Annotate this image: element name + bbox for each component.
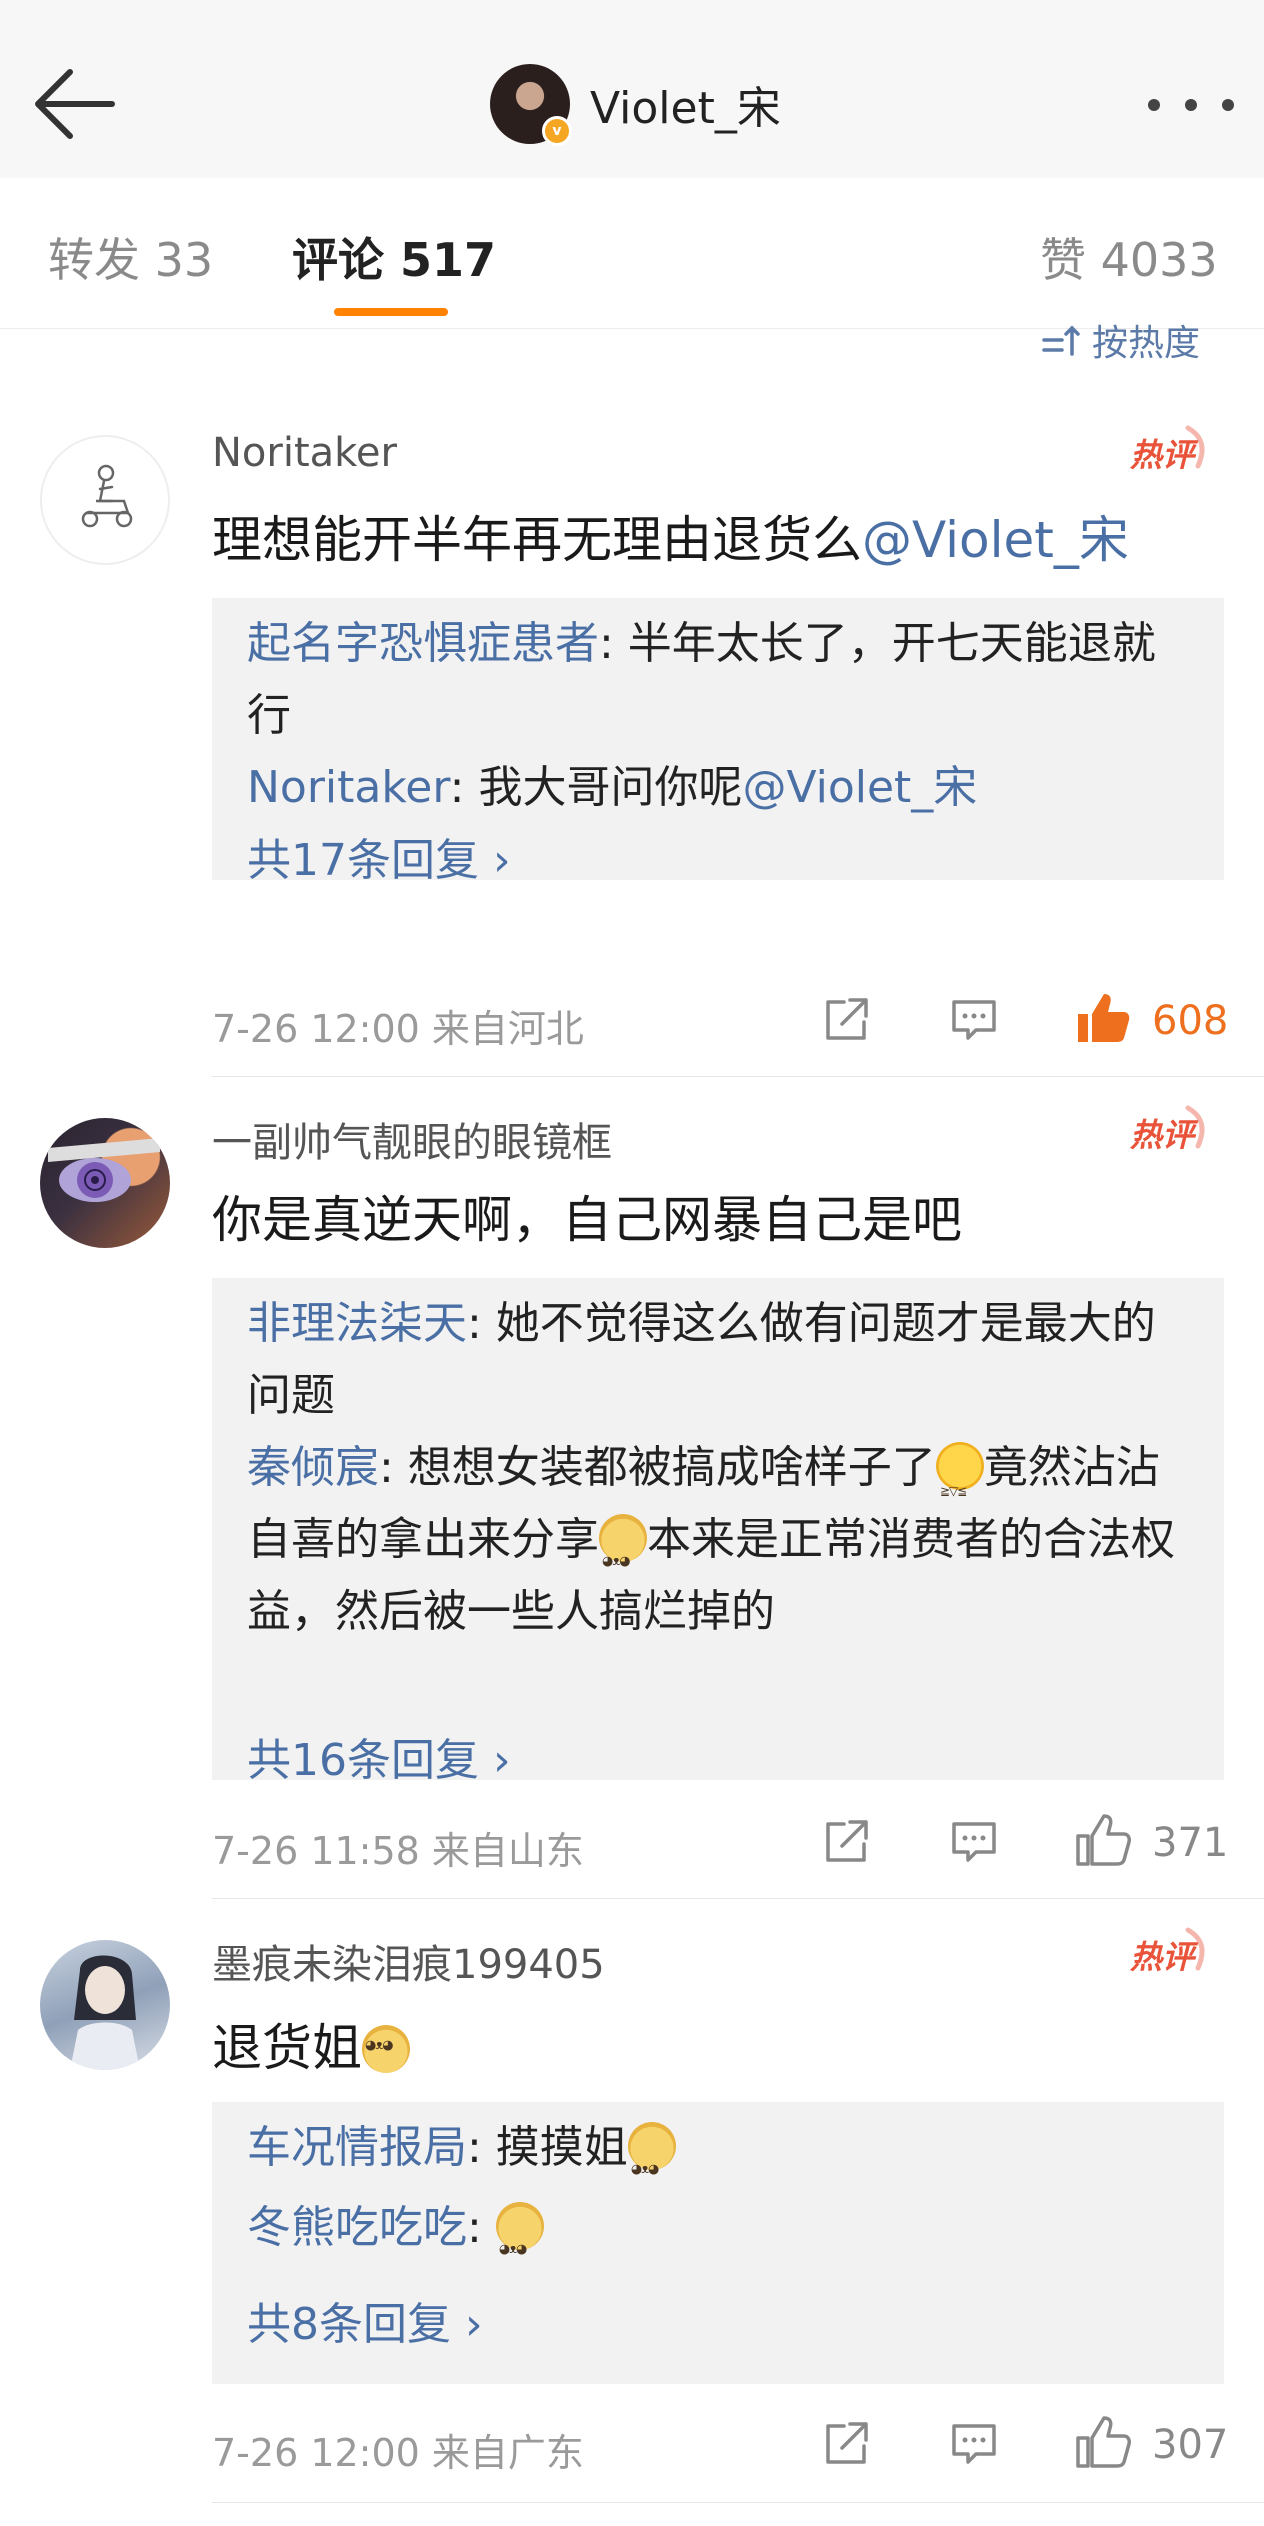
share-icon <box>826 2422 868 2464</box>
share-button[interactable] <box>820 1816 872 1872</box>
mention-link[interactable]: @Violet_宋 <box>862 511 1129 569</box>
like-button[interactable] <box>1074 1812 1132 1872</box>
divider <box>212 1898 1264 1899</box>
reply-username[interactable]: 车况情报局 <box>247 2122 467 2173</box>
reply-item: Noritaker: 我大哥问你呢@Violet_宋 <box>247 762 978 813</box>
tab-likes[interactable]: 赞 4033 <box>1040 224 1218 290</box>
verified-v-icon: v <box>542 116 572 146</box>
sort-icon <box>1042 325 1080 356</box>
comment-button[interactable] <box>948 2418 1000 2474</box>
more-button[interactable] <box>1140 80 1250 130</box>
reply-item: 车况情报局: 摸摸姐 <box>247 2112 1197 2206</box>
hot-comment-badge: 热评 <box>1128 1924 1212 1984</box>
reply-preview-box[interactable]: 车况情报局: 摸摸姐 冬熊吃吃吃: 共8条回复 › <box>212 2102 1224 2384</box>
avatar[interactable]: v <box>490 64 572 146</box>
reply-item: 秦倾宸: 想想女装都被搞成啥样子了竟然沾沾自喜的拿出来分享本来是正常消费者的合法… <box>247 1432 1197 1648</box>
share-icon <box>826 998 868 1040</box>
reply-preview-box[interactable]: 起名字恐惧症患者: 半年太长了，开七天能退就行 Noritaker: 我大哥问你… <box>212 598 1224 886</box>
back-button[interactable] <box>30 62 120 142</box>
thumbs-up-icon <box>1076 2416 1131 2468</box>
reply-item: 非理法柒天: 她不觉得这么做有问题才是最大的问题 <box>247 1298 1156 1421</box>
hot-comment-badge: 热评 <box>1128 1102 1212 1162</box>
comment-icon <box>952 1822 996 1862</box>
view-all-replies-link[interactable]: 共16条回复 › <box>247 1724 511 1788</box>
doge-emoji-icon <box>495 2202 544 2286</box>
reply-username[interactable]: 秦倾宸 <box>247 1442 379 1493</box>
hot-comment-icon: 热评 <box>1129 1105 1205 1154</box>
comment-text: 你是真逆天啊，自己网暴自己是吧 <box>212 1191 962 1249</box>
doge-emoji-icon <box>627 2122 676 2206</box>
comment-meta: 7-26 11:58 来自山东 <box>212 1829 584 1873</box>
laugh-emoji-icon <box>935 1442 984 1527</box>
comment-button[interactable] <box>948 1816 1000 1872</box>
avatar[interactable] <box>40 1118 170 1248</box>
comment-icon <box>952 2424 996 2464</box>
hot-comment-icon: 热评 <box>1129 425 1205 474</box>
reply-item: 起名字恐惧症患者: 半年太长了，开七天能退就行 <box>247 618 1156 741</box>
comment-username[interactable]: Noritaker <box>212 430 397 476</box>
active-tab-indicator <box>334 308 448 316</box>
comment-text: 退货姐 <box>212 2008 410 2080</box>
scooter-rider-icon <box>81 464 133 528</box>
girl-avatar <box>70 1955 140 2070</box>
comment-icon <box>952 1000 996 1040</box>
avatar[interactable] <box>40 435 170 565</box>
reply-username[interactable]: 起名字恐惧症患者 <box>247 618 599 669</box>
like-button[interactable] <box>1074 990 1132 1050</box>
comment-meta: 7-26 12:00 来自广东 <box>212 2431 584 2475</box>
like-count: 371 <box>1152 1820 1229 1866</box>
like-button[interactable] <box>1074 2414 1132 2474</box>
comment-button[interactable] <box>948 994 1000 1050</box>
like-count: 608 <box>1152 998 1229 1044</box>
reply-username[interactable]: 非理法柒天 <box>247 1298 467 1349</box>
svg-text:热评: 热评 <box>1129 1938 1199 1976</box>
doge-emoji-icon <box>599 1514 647 1598</box>
reply-username[interactable]: Noritaker <box>247 762 450 813</box>
view-all-replies-link[interactable]: 共8条回复 › <box>247 2288 483 2352</box>
share-icon <box>826 1820 868 1862</box>
tab-repost[interactable]: 转发 33 <box>48 224 213 290</box>
profile-title[interactable]: v Violet_宋 <box>490 62 781 146</box>
tab-comments[interactable]: 评论 517 <box>292 224 496 290</box>
reply-preview-box[interactable]: 非理法柒天: 她不觉得这么做有问题才是最大的问题 秦倾宸: 想想女装都被搞成啥样… <box>212 1278 1224 1786</box>
avatar[interactable] <box>40 1940 170 2070</box>
page-title: Violet_宋 <box>590 83 781 134</box>
divider <box>212 2502 1264 2503</box>
doge-emoji-icon <box>362 2025 410 2073</box>
comment-meta: 7-26 12:00 来自河北 <box>212 1007 584 1051</box>
top-navigation-bar: v Violet_宋 <box>0 0 1264 179</box>
svg-text:热评: 热评 <box>1129 1116 1199 1154</box>
thumbs-up-icon <box>1076 1814 1131 1866</box>
sort-by-hot-button[interactable]: 按热度 <box>1040 320 1200 360</box>
reply-username[interactable]: 冬熊吃吃吃 <box>247 2202 467 2253</box>
tab-bar: 转发 33 评论 517 赞 4033 <box>0 178 1264 329</box>
hot-comment-badge: 热评 <box>1128 422 1212 482</box>
thumbs-up-icon <box>1078 994 1130 1042</box>
view-all-replies-link[interactable]: 共17条回复 › <box>247 824 511 888</box>
divider <box>212 1076 1264 1077</box>
back-arrow-icon <box>35 69 115 139</box>
comment-username[interactable]: 墨痕未染泪痕199405 <box>212 1932 605 1990</box>
comment-username[interactable]: 一副帅气靓眼的眼镜框 <box>212 1110 612 1168</box>
share-button[interactable] <box>820 2418 872 2474</box>
more-dots-icon <box>1148 99 1234 111</box>
comment-text: 理想能开半年再无理由退货么@Violet_宋 <box>212 511 1129 569</box>
share-button[interactable] <box>820 994 872 1050</box>
reply-item: 冬熊吃吃吃: <box>247 2192 1197 2286</box>
mention-link[interactable]: @Violet_宋 <box>742 762 977 813</box>
svg-text:热评: 热评 <box>1129 436 1199 474</box>
like-count: 307 <box>1152 2422 1229 2468</box>
hot-comment-icon: 热评 <box>1129 1927 1205 1976</box>
anime-eye-avatar <box>48 1138 160 1202</box>
sort-label: 按热度 <box>1092 323 1201 360</box>
